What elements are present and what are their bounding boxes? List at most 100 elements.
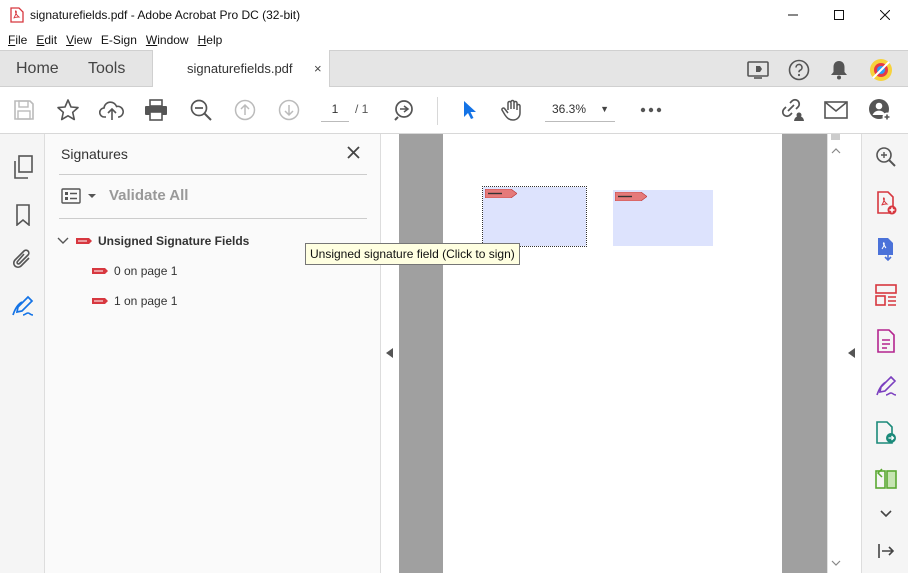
- compare-files-button[interactable]: [873, 466, 899, 492]
- enhance-scans-button[interactable]: [873, 144, 899, 170]
- next-page-button[interactable]: [276, 97, 302, 123]
- zoom-search-icon: [190, 99, 212, 121]
- tab-close-button[interactable]: ×: [314, 61, 322, 76]
- signature-field-icon: [76, 238, 92, 244]
- menu-edit-label: dit: [44, 33, 58, 47]
- paperclip-icon: [12, 249, 30, 269]
- save-button[interactable]: [11, 97, 37, 123]
- pages-icon: [14, 155, 33, 179]
- more-tools-button[interactable]: [638, 97, 664, 123]
- create-pdf-button[interactable]: [873, 190, 899, 216]
- tab-tools[interactable]: Tools: [88, 60, 125, 78]
- signature-field-item[interactable]: 0 on page 1: [91, 262, 177, 280]
- share-screen-button[interactable]: [746, 58, 770, 82]
- menu-window[interactable]: Window: [142, 33, 193, 47]
- email-button[interactable]: [823, 97, 849, 123]
- user-avatar[interactable]: [869, 58, 893, 82]
- unsigned-fields-group[interactable]: Unsigned Signature Fields: [57, 232, 249, 250]
- scroll-down-icon: [831, 560, 841, 566]
- notifications-button[interactable]: [827, 58, 851, 82]
- signature-field-0[interactable]: [482, 186, 587, 247]
- maximize-icon: [834, 10, 844, 20]
- caret-left-icon: [386, 348, 393, 358]
- panel-title: Signatures: [61, 146, 128, 162]
- pdf-page: [443, 134, 782, 573]
- zoom-in-button[interactable]: [391, 97, 417, 123]
- panel-close-button[interactable]: [343, 142, 363, 162]
- scrollbar-thumb[interactable]: [831, 134, 840, 140]
- menu-help-label: elp: [206, 33, 223, 47]
- attachments-button[interactable]: [10, 247, 36, 273]
- panel-divider: [59, 174, 367, 175]
- signature-field-label: 0 on page 1: [114, 264, 178, 278]
- menu-view-accel: V: [66, 33, 74, 47]
- menu-view[interactable]: View: [62, 33, 96, 47]
- zoom-out-button[interactable]: [188, 97, 214, 123]
- menu-esign[interactable]: E-Sign: [97, 33, 141, 47]
- save-icon: [14, 100, 34, 120]
- hand-tool-button[interactable]: [500, 97, 526, 123]
- group-label: Unsigned Signature Fields: [98, 234, 250, 248]
- edit-pdf-button[interactable]: [873, 282, 899, 308]
- print-button[interactable]: [143, 97, 169, 123]
- collapse-right-panel-button[interactable]: [843, 134, 861, 573]
- menu-edit[interactable]: Edit: [32, 33, 61, 47]
- page-number-input[interactable]: 1: [321, 98, 349, 122]
- fill-and-sign-button[interactable]: [873, 374, 899, 400]
- collapse-tools-pane-button[interactable]: [873, 538, 899, 564]
- document-form-icon: [877, 329, 895, 353]
- zoom-in-icon: [394, 100, 413, 121]
- fill-sign-pen-icon: [876, 376, 897, 396]
- share-screen-icon: [747, 61, 769, 79]
- close-window-button[interactable]: [862, 0, 908, 30]
- menu-window-label: indow: [157, 33, 189, 47]
- signature-field-icon: [92, 268, 108, 274]
- tab-home[interactable]: Home: [16, 60, 59, 78]
- maximize-button[interactable]: [816, 0, 862, 30]
- window-title: signaturefields.pdf - Adobe Acrobat Pro …: [30, 8, 301, 22]
- page-thumbnails-button[interactable]: [10, 154, 36, 180]
- comment-button[interactable]: [873, 328, 899, 354]
- signature-field-1[interactable]: [613, 190, 713, 246]
- menu-help[interactable]: Help: [194, 33, 227, 47]
- signature-pen-icon: [12, 295, 34, 316]
- more-tools-expand-button[interactable]: [873, 501, 899, 527]
- link-user-icon: [781, 98, 804, 121]
- sign-here-tag-icon: [615, 192, 647, 201]
- signatures-panel-button[interactable]: [10, 294, 36, 320]
- send-for-review-button[interactable]: [873, 420, 899, 446]
- page-margin-left: [399, 134, 443, 573]
- collapse-left-panel-button[interactable]: [381, 134, 399, 573]
- signature-field-tooltip: Unsigned signature field (Click to sign): [305, 243, 520, 265]
- left-navigation-rail: [0, 134, 45, 573]
- previous-page-button[interactable]: [232, 97, 258, 123]
- share-link-button[interactable]: [779, 97, 805, 123]
- tab-document[interactable]: signaturefields.pdf ×: [152, 50, 330, 88]
- bookmarks-button[interactable]: [10, 202, 36, 228]
- title-bar: signaturefields.pdf - Adobe Acrobat Pro …: [0, 0, 908, 30]
- upload-cloud-button[interactable]: [99, 97, 125, 123]
- export-pdf-button[interactable]: [873, 236, 899, 262]
- select-tool-button[interactable]: [456, 97, 482, 123]
- bell-icon: [831, 61, 847, 80]
- more-horizontal-icon: [640, 107, 662, 113]
- scroll-up-icon: [831, 148, 841, 154]
- help-button[interactable]: [787, 58, 811, 82]
- zoom-level-dropdown[interactable]: 36.3% ▼: [545, 98, 615, 122]
- close-icon: [880, 10, 890, 20]
- chevron-down-icon: ▼: [600, 104, 609, 114]
- vertical-scrollbar[interactable]: [827, 134, 843, 573]
- signature-field-item[interactable]: 1 on page 1: [91, 292, 177, 310]
- validate-all-button[interactable]: Validate All: [109, 187, 188, 204]
- caret-left-icon: [848, 348, 855, 358]
- signature-options-menu[interactable]: [61, 186, 101, 206]
- minimize-icon: [788, 14, 798, 16]
- main-toolbar: 1 / 1 36.3% ▼: [0, 87, 908, 134]
- add-user-button[interactable]: [867, 97, 893, 123]
- close-icon: [346, 145, 360, 159]
- minimize-button[interactable]: [770, 0, 816, 30]
- chevron-down-icon: [880, 510, 892, 518]
- bookmark-star-button[interactable]: [55, 97, 81, 123]
- menu-window-accel: W: [145, 33, 158, 47]
- menu-file[interactable]: File: [4, 33, 31, 47]
